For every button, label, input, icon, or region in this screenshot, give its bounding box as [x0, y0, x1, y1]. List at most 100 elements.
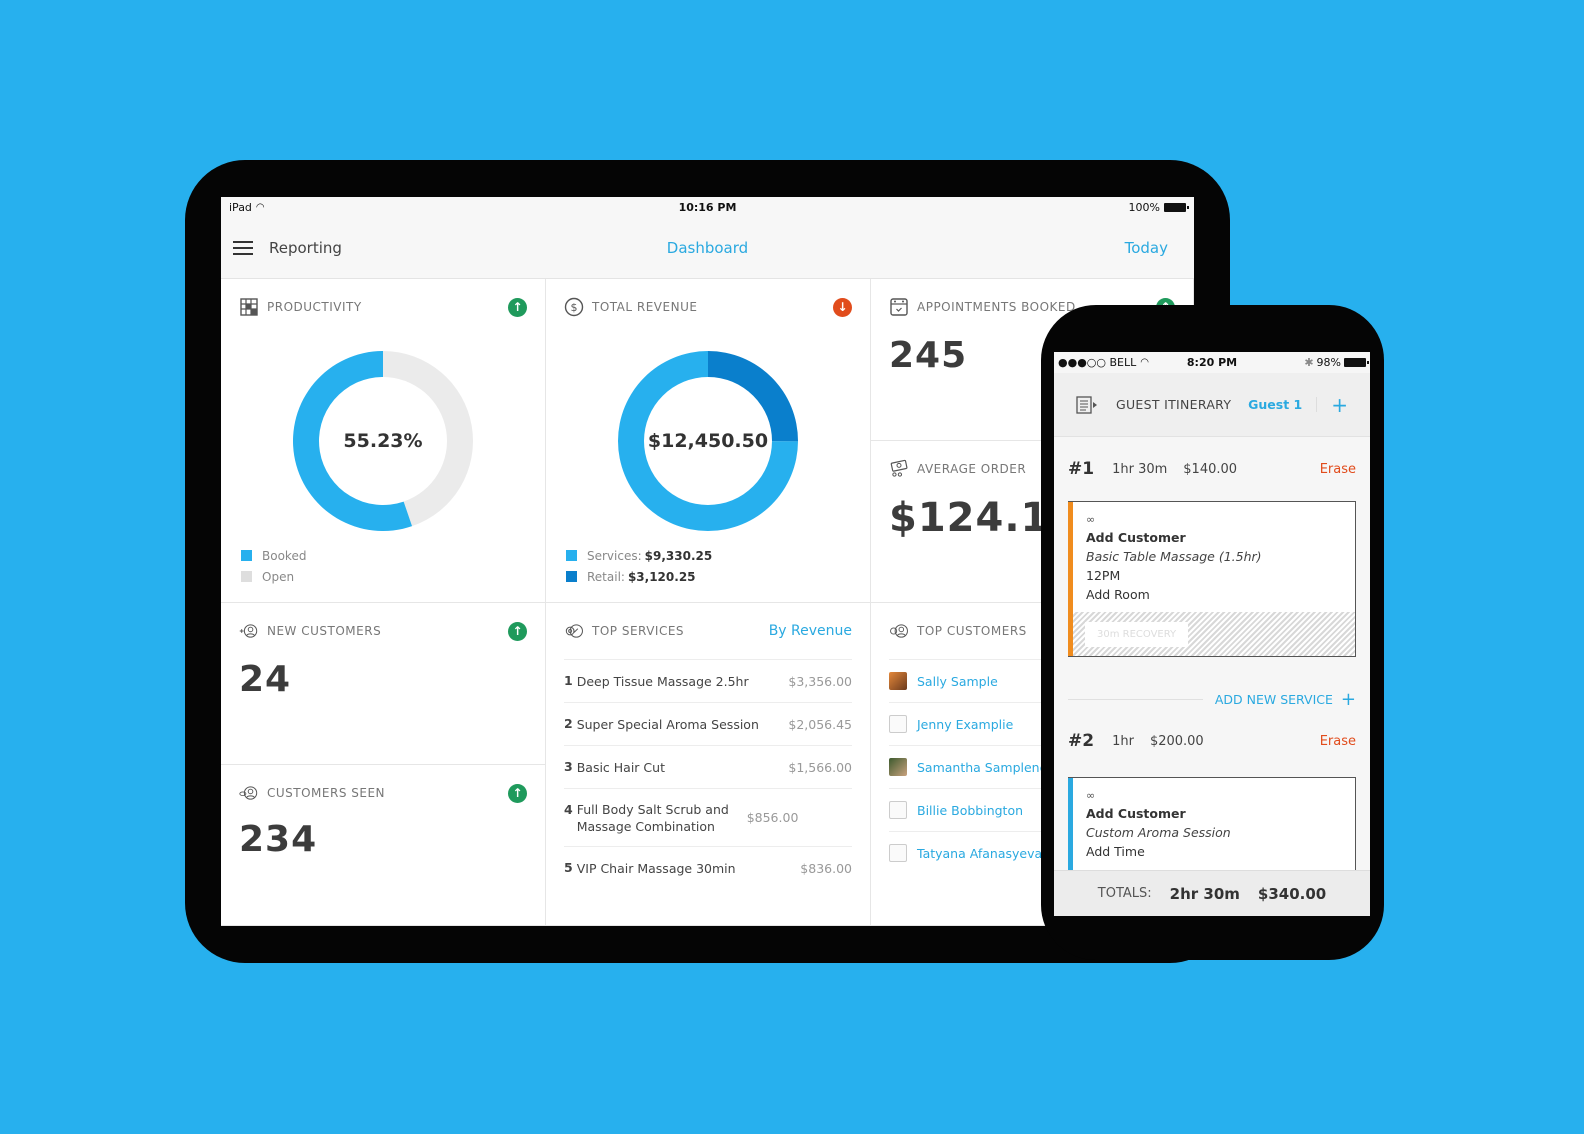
- customer-name: Tatyana Afanasyeva: [917, 845, 1043, 861]
- erase-button[interactable]: Erase: [1320, 462, 1356, 477]
- avatar: [889, 758, 907, 776]
- itinerary-title: GUEST ITINERARY: [1116, 397, 1232, 412]
- dashboard-tab[interactable]: Dashboard: [667, 239, 748, 257]
- service-card[interactable]: ∞ Add Customer Basic Table Massage (1.5h…: [1068, 501, 1356, 657]
- customers-icon: [889, 621, 909, 641]
- avatar-placeholder-icon: [889, 844, 907, 862]
- phone-nav-bar: GUEST ITINERARY Guest 1 +: [1054, 373, 1370, 437]
- service-row[interactable]: 5 VIP Chair Massage 30min $836.00: [564, 846, 852, 889]
- service-row[interactable]: 2 Super Special Aroma Session $2,056.45: [564, 702, 852, 745]
- wifi-icon: ◠: [1140, 357, 1149, 368]
- service-name: Basic Table Massage (1.5hr): [1086, 549, 1262, 564]
- battery-percent: 100%: [1128, 200, 1160, 214]
- service-name: VIP Chair Massage 30min: [576, 860, 736, 876]
- avatar-placeholder-icon: [889, 715, 907, 733]
- dollar-icon: $: [564, 297, 584, 317]
- svg-text:$: $: [571, 301, 578, 314]
- service-value: $856.00: [746, 810, 799, 825]
- service-time: 12PM: [1086, 568, 1121, 583]
- phone-status-bar: ●●●○○ BELL ◠ 8:20 PM ✱ 98%: [1054, 352, 1370, 373]
- add-guest-button[interactable]: +: [1331, 395, 1348, 415]
- eye-user-icon: [239, 783, 259, 803]
- service-price: $200.00: [1149, 733, 1204, 749]
- guest-selector[interactable]: Guest 1: [1248, 397, 1318, 412]
- carrier: ●●●○○ BELL: [1058, 356, 1137, 369]
- totals-bar: TOTALS: 2hr 30m $340.00: [1054, 870, 1370, 916]
- service-rank: 5: [564, 860, 573, 875]
- service-price: $140.00: [1183, 461, 1238, 477]
- ipad-nav-bar: Reporting Dashboard Today: [221, 217, 1194, 279]
- service-number: #1: [1068, 459, 1095, 479]
- plus-icon[interactable]: +: [1341, 689, 1356, 710]
- sort-by-revenue-button[interactable]: By Revenue: [769, 623, 852, 639]
- revenue-legend: Services: $9,330.25 Retail: $3,120.25: [566, 545, 712, 587]
- totals-duration: 2hr 30m: [1169, 884, 1240, 903]
- retail-swatch: [566, 571, 577, 582]
- add-room-link[interactable]: Add Room: [1086, 585, 1341, 604]
- date-range-button[interactable]: Today: [1125, 239, 1168, 257]
- service-header: #1 1hr 30m $140.00 Erase: [1054, 451, 1370, 487]
- phone-screen: ●●●○○ BELL ◠ 8:20 PM ✱ 98% GUEST ITINERA…: [1054, 352, 1370, 916]
- trend-up-icon: ↑: [508, 621, 527, 641]
- add-user-icon: [239, 621, 259, 641]
- add-new-service-button[interactable]: ADD NEW SERVICE: [1215, 692, 1333, 707]
- service-name: Full Body Salt Scrub and Massage Combina…: [576, 801, 729, 834]
- top-customers-label: TOP CUSTOMERS: [917, 624, 1027, 638]
- avatar: [889, 672, 907, 690]
- calendar-icon: [889, 297, 909, 317]
- service-row[interactable]: 4 Full Body Salt Scrub and Massage Combin…: [564, 788, 852, 846]
- productivity-card: PRODUCTIVITY ↑ 55.23% Booked Open: [221, 279, 546, 603]
- legend-open: Open: [262, 569, 295, 584]
- service-value: $836.00: [800, 860, 852, 876]
- service-value: $2,056.45: [788, 716, 852, 732]
- services-swatch: [566, 550, 577, 561]
- productivity-label: PRODUCTIVITY: [267, 300, 362, 314]
- erase-button[interactable]: Erase: [1320, 734, 1356, 749]
- services-tag-icon: [564, 621, 584, 641]
- trend-up-icon: ↑: [508, 783, 527, 803]
- add-customer-link[interactable]: Add Customer: [1086, 528, 1341, 547]
- trend-up-icon: ↑: [508, 297, 527, 317]
- revenue-value: $12,450.50: [647, 430, 769, 452]
- appointments-label: APPOINTMENTS BOOKED: [917, 300, 1076, 314]
- trend-down-icon: ↓: [833, 297, 852, 317]
- battery-icon: [1344, 358, 1369, 367]
- recovery-label: 30m RECOVERY: [1085, 622, 1189, 647]
- new-customers-value: 24: [239, 659, 292, 700]
- recovery-block: 30m RECOVERY: [1073, 612, 1355, 656]
- service-name: Super Special Aroma Session: [576, 716, 759, 732]
- legend-booked: Booked: [262, 548, 307, 563]
- customers-seen-value: 234: [239, 819, 318, 860]
- top-services-label: TOP SERVICES: [592, 624, 685, 638]
- bluetooth-icon: ✱: [1304, 356, 1314, 369]
- revenue-card: $ TOTAL REVENUE ↓ $12,450.50 Services: $9…: [546, 279, 871, 603]
- itinerary-icon: [1076, 395, 1098, 414]
- nav-title: Reporting: [269, 238, 342, 257]
- link-icon: ∞: [1086, 789, 1096, 802]
- device-name: iPad: [229, 200, 252, 214]
- add-time-link[interactable]: Add Time: [1086, 842, 1341, 861]
- add-customer-link[interactable]: Add Customer: [1086, 804, 1341, 823]
- avatar-placeholder-icon: [889, 801, 907, 819]
- booked-swatch: [241, 550, 252, 561]
- service-row[interactable]: 3 Basic Hair Cut $1,566.00: [564, 745, 852, 788]
- top-services-card: TOP SERVICES By Revenue 1 Deep Tissue Mas…: [546, 603, 871, 926]
- service-number: #2: [1068, 731, 1095, 751]
- add-service-row: ADD NEW SERVICE +: [1054, 675, 1370, 723]
- totals-label: TOTALS:: [1097, 886, 1152, 901]
- new-customers-card: NEW CUSTOMERS ↑ 24: [221, 603, 546, 765]
- link-icon: ∞: [1086, 513, 1096, 526]
- top-services-list: 1 Deep Tissue Massage 2.5hr $3,356.00 2 Sup…: [564, 659, 852, 889]
- service-name: Deep Tissue Massage 2.5hr: [576, 673, 749, 689]
- appointments-value: 245: [889, 335, 968, 376]
- revenue-label: TOTAL REVENUE: [592, 300, 698, 314]
- retail-label: Retail:: [587, 569, 625, 584]
- customer-name: Samantha Samplenea: [917, 759, 1055, 775]
- menu-icon[interactable]: [233, 240, 253, 255]
- money-icon: [889, 459, 909, 479]
- customer-name: Sally Sample: [917, 673, 998, 689]
- service-row[interactable]: 1 Deep Tissue Massage 2.5hr $3,356.00: [564, 659, 852, 702]
- battery-icon: [1164, 202, 1189, 212]
- retail-value: $3,120.25: [627, 569, 696, 584]
- customers-seen-card: CUSTOMERS SEEN ↑ 234: [221, 765, 546, 926]
